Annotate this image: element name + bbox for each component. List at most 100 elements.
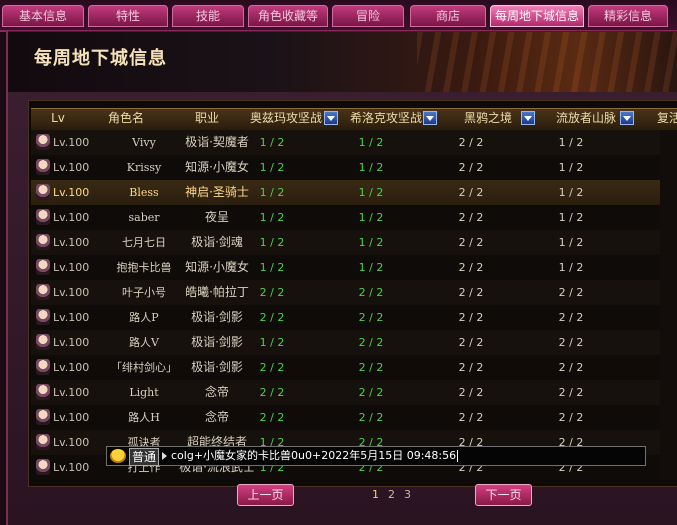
cell-ozma: 1 / 2 [259, 186, 285, 199]
cell-exile: 1 / 2 [558, 136, 584, 149]
character-avatar-icon [36, 459, 50, 475]
tab-collection[interactable]: 角色收藏等 [248, 5, 328, 27]
exile-dropdown-chevron-down-icon[interactable] [620, 111, 634, 125]
character-avatar-icon [36, 259, 50, 275]
chat-input[interactable]: colg+小魔女家的卡比兽0u0+2022年5月15日 09:48:56 [171, 448, 459, 464]
tab-skills[interactable]: 技能 [172, 5, 244, 27]
cell-black-crow: 2 / 2 [458, 311, 484, 324]
chevron-right-icon [162, 452, 167, 460]
cell-sirocco: 2 / 2 [358, 361, 384, 374]
sirocco-dropdown-chevron-down-icon[interactable] [423, 111, 437, 125]
cell-exile: 2 / 2 [558, 411, 584, 424]
header-sirocco: 希洛克攻坚战 [349, 111, 422, 125]
page-1[interactable]: 1 [372, 488, 379, 501]
cell-ozma: 1 / 2 [259, 336, 285, 349]
character-avatar-icon [36, 434, 50, 450]
cell-sirocco: 1 / 2 [358, 211, 384, 224]
cell-ozma: 2 / 2 [259, 361, 285, 374]
cell-exile: 1 / 2 [558, 161, 584, 174]
cell-ozma: 2 / 2 [259, 411, 285, 424]
cell-exile: 2 / 2 [558, 386, 584, 399]
table-row[interactable]: Lv.100Krissy知源·小魔女1 / 21 / 22 / 21 / 21 [31, 155, 677, 180]
cell-ozma: 1 / 2 [259, 236, 285, 249]
character-avatar-icon [36, 209, 50, 225]
header-exile-mountain: 流放者山脉 [555, 111, 616, 125]
cell-sirocco: 1 / 2 [358, 236, 384, 249]
cell-exile: 1 / 2 [558, 186, 584, 199]
table-row[interactable]: Lv.100抱抱卡比兽知源·小魔女1 / 21 / 22 / 21 / 21 [31, 255, 677, 280]
chat-channel[interactable]: 普通 [129, 448, 160, 466]
table-row[interactable]: Lv.100七月七日极诣·剑魂1 / 21 / 22 / 21 / 21 [31, 230, 677, 255]
cell-black-crow: 2 / 2 [458, 161, 484, 174]
table-row[interactable]: Lv.100叶子小号皓曦·帕拉丁2 / 22 / 22 / 22 / 21 [31, 280, 677, 305]
character-avatar-icon [36, 184, 50, 200]
black-crow-dropdown-chevron-down-icon[interactable] [521, 111, 535, 125]
chat-bar[interactable]: 普通 colg+小魔女家的卡比兽0u0+2022年5月15日 09:48:56 [106, 446, 646, 466]
table-row[interactable]: Lv.100Bless神启·圣骑士1 / 21 / 22 / 21 / 21 [31, 180, 677, 205]
tab-shop[interactable]: 商店 [410, 5, 486, 27]
banner-decoration [417, 32, 677, 92]
character-avatar-icon [36, 384, 50, 400]
cell-sirocco: 2 / 2 [358, 311, 384, 324]
cell-black-crow: 2 / 2 [458, 286, 484, 299]
tab-adventure[interactable]: 冒险 [332, 5, 404, 27]
header-revive: 复活 [656, 111, 677, 125]
character-avatar-icon [36, 309, 50, 325]
tab-basic-info[interactable]: 基本信息 [2, 5, 84, 27]
cell-sirocco: 1 / 2 [358, 136, 384, 149]
cell-exile: 1 / 2 [558, 236, 584, 249]
cell-black-crow: 2 / 2 [458, 336, 484, 349]
cell-ozma: 1 / 2 [259, 136, 285, 149]
cell-sirocco: 2 / 2 [358, 336, 384, 349]
cell-ozma: 1 / 2 [259, 161, 285, 174]
table-row[interactable]: Lv.100路人P极诣·剑影2 / 22 / 22 / 22 / 21 [31, 305, 677, 330]
cell-ozma: 1 / 2 [259, 211, 285, 224]
character-avatar-icon [36, 284, 50, 300]
table-scrollbar[interactable] [660, 130, 677, 480]
cell-ozma: 2 / 2 [259, 386, 285, 399]
header-black-crow: 黑鸦之境 [463, 111, 512, 125]
page-2[interactable]: 2 [388, 488, 395, 501]
character-avatar-icon [36, 409, 50, 425]
ozma-dropdown-chevron-down-icon[interactable] [324, 111, 338, 125]
character-avatar-icon [36, 234, 50, 250]
cell-black-crow: 2 / 2 [458, 236, 484, 249]
cell-sirocco: 2 / 2 [358, 286, 384, 299]
smiley-icon[interactable] [110, 449, 126, 463]
next-page-button[interactable]: 下一页 [475, 484, 532, 506]
header-name: 角色名 [107, 111, 144, 125]
table-row[interactable]: Lv.100Light念帝2 / 22 / 22 / 22 / 21 [31, 380, 677, 405]
cell-ozma: 2 / 2 [259, 311, 285, 324]
cell-black-crow: 2 / 2 [458, 136, 484, 149]
cell-exile: 2 / 2 [558, 286, 584, 299]
tab-weekly-dungeon[interactable]: 每周地下城信息 [490, 5, 584, 27]
header-ozma: 奥兹玛攻坚战 [249, 111, 322, 125]
cell-black-crow: 2 / 2 [458, 386, 484, 399]
cell-exile: 1 / 2 [558, 261, 584, 274]
page-3[interactable]: 3 [404, 488, 411, 501]
tab-traits[interactable]: 特性 [88, 5, 168, 27]
table-row[interactable]: Lv.100路人V极诣·剑影1 / 22 / 22 / 22 / 21 [31, 330, 677, 355]
cell-black-crow: 2 / 2 [458, 261, 484, 274]
header-job: 职业 [194, 111, 219, 125]
page-title: 每周地下城信息 [34, 48, 167, 69]
text-cursor [457, 450, 459, 462]
cell-sirocco: 2 / 2 [358, 386, 384, 399]
character-avatar-icon [36, 359, 50, 375]
table-row[interactable]: Lv.100saber夜呈1 / 21 / 22 / 21 / 21 [31, 205, 677, 230]
cell-exile: 2 / 2 [558, 361, 584, 374]
cell-sirocco: 2 / 2 [358, 411, 384, 424]
prev-page-button[interactable]: 上一页 [237, 484, 294, 506]
cell-ozma: 2 / 2 [259, 286, 285, 299]
cell-exile: 1 / 2 [558, 211, 584, 224]
character-avatar-icon [36, 159, 50, 175]
cell-black-crow: 2 / 2 [458, 211, 484, 224]
table-row[interactable]: Lv.100路人H念帝2 / 22 / 22 / 22 / 21 [31, 405, 677, 430]
table-row[interactable]: Lv.100Vivy极诣·契魔者1 / 21 / 22 / 21 / 21 [31, 130, 677, 155]
table-row[interactable]: Lv.100「绯村剑心」极诣·剑影2 / 22 / 22 / 22 / 21 [31, 355, 677, 380]
character-avatar-icon [36, 134, 50, 150]
tab-highlights[interactable]: 精彩信息 [588, 5, 668, 27]
cell-black-crow: 2 / 2 [458, 361, 484, 374]
cell-exile: 2 / 2 [558, 311, 584, 324]
chat-input-text: colg+小魔女家的卡比兽0u0+2022年5月15日 09:48:56 [171, 449, 457, 462]
